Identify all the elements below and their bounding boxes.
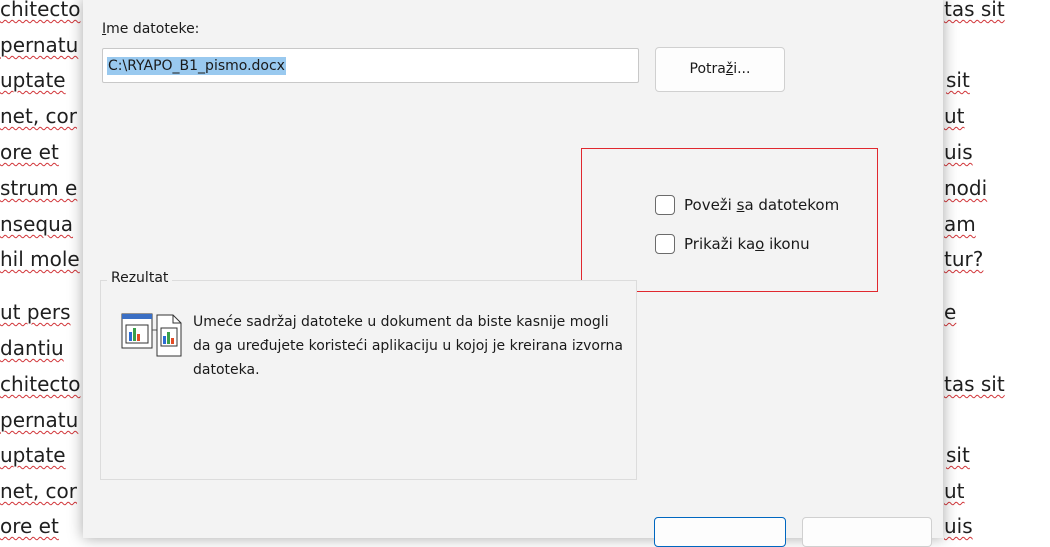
document-line: ore et bbox=[0, 514, 59, 538]
document-line: uptate bbox=[0, 68, 66, 92]
document-line: dantiu bbox=[0, 336, 64, 360]
document-line-right: tas sit bbox=[944, 0, 1005, 21]
document-line: hil mole bbox=[0, 247, 80, 271]
document-line: chitecto bbox=[0, 372, 81, 396]
document-line-right: sit bbox=[946, 443, 970, 467]
document-line-right: tur? bbox=[944, 247, 984, 271]
document-line: pernatu bbox=[0, 33, 79, 57]
document-line: ut pers bbox=[0, 300, 71, 324]
document-line: ore et bbox=[0, 140, 59, 164]
document-line: strum e bbox=[0, 176, 78, 200]
filename-input[interactable]: C:\RYAPO_B1_pismo.docx bbox=[102, 48, 639, 83]
display-as-icon-checkbox[interactable] bbox=[655, 234, 675, 254]
document-line-right: tas sit bbox=[944, 372, 1005, 396]
filename-label: Ime datoteke: bbox=[102, 21, 200, 37]
embedded-object-icon bbox=[121, 312, 183, 362]
document-line-right: am bbox=[944, 212, 976, 236]
result-title: Rezultat bbox=[107, 270, 173, 286]
document-line-right: uis bbox=[944, 140, 973, 164]
link-to-file-checkbox[interactable] bbox=[655, 195, 675, 215]
display-as-icon-label: Prikaži kao ikonu bbox=[684, 235, 810, 253]
document-line: net, cor bbox=[0, 479, 77, 503]
ok-button[interactable] bbox=[654, 517, 786, 547]
document-line: nsequa bbox=[0, 212, 74, 236]
document-line-right: ut bbox=[944, 479, 965, 503]
document-line-right: nodi bbox=[944, 176, 988, 200]
options-highlight-box bbox=[581, 148, 878, 292]
link-to-file-label: Poveži sa datotekom bbox=[684, 196, 840, 214]
document-line-right: uis bbox=[944, 514, 973, 538]
browse-button[interactable]: Potraži... bbox=[655, 47, 785, 92]
document-line: uptate bbox=[0, 443, 66, 467]
document-line-right: e bbox=[944, 300, 957, 324]
insert-object-dialog: Ime datoteke: C:\RYAPO_B1_pismo.docx Pot… bbox=[83, 0, 943, 547]
filename-value: C:\RYAPO_B1_pismo.docx bbox=[107, 57, 286, 75]
document-line: pernatu bbox=[0, 408, 79, 432]
document-line-right: ut bbox=[944, 104, 965, 128]
result-description: Umeće sadržaj datoteke u dokument da bis… bbox=[193, 314, 623, 378]
cancel-button[interactable] bbox=[802, 517, 932, 547]
document-line-right: sit bbox=[946, 68, 970, 92]
document-line: net, cor bbox=[0, 104, 77, 128]
document-line: chitecto bbox=[0, 0, 81, 21]
